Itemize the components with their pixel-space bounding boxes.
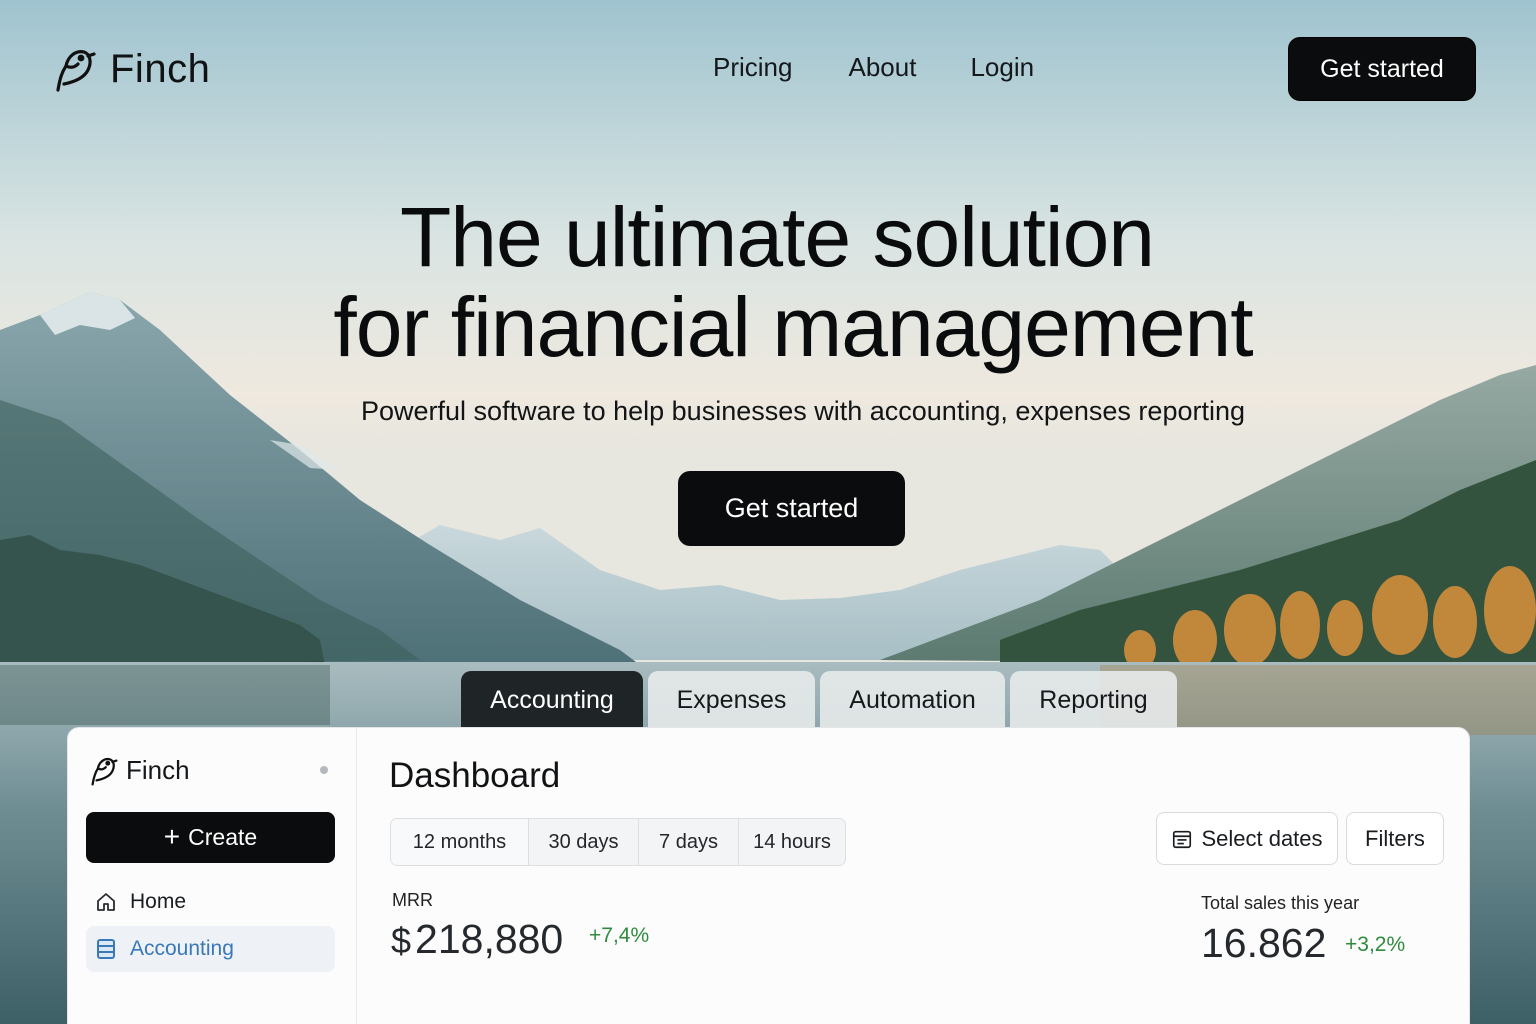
sidebar-status-dot[interactable] bbox=[320, 766, 328, 774]
mrr-currency: $ bbox=[391, 920, 412, 961]
nav-link-about[interactable]: About bbox=[848, 52, 916, 83]
top-nav: Finch Pricing About Login Get started bbox=[0, 0, 1536, 140]
tab-expenses[interactable]: Expenses bbox=[648, 671, 815, 729]
dashboard-main: Dashboard 12 months 30 days 7 days 14 ho… bbox=[357, 728, 1469, 1024]
brand-logo[interactable]: Finch bbox=[50, 44, 210, 94]
tab-automation[interactable]: Automation bbox=[820, 671, 1005, 729]
range-7-days[interactable]: 7 days bbox=[639, 819, 739, 865]
sidebar-brand[interactable]: Finch bbox=[87, 754, 190, 787]
hero-title-line-2: for financial management bbox=[333, 280, 1253, 374]
dashboard-sidebar: Finch + Create Home Accounting bbox=[68, 728, 357, 1024]
hero-title-line-1: The ultimate solution bbox=[399, 190, 1155, 284]
nav-links: Pricing About Login bbox=[713, 52, 1034, 83]
nav-link-pricing[interactable]: Pricing bbox=[713, 52, 792, 83]
total-sales-delta: +3,2% bbox=[1345, 933, 1406, 956]
mrr-amount: 218,880 bbox=[415, 916, 564, 962]
range-14-hours[interactable]: 14 hours bbox=[739, 819, 845, 865]
sidebar-item-home[interactable]: Home bbox=[86, 879, 335, 925]
filters-button[interactable]: Filters bbox=[1346, 812, 1444, 865]
tab-accounting[interactable]: Accounting bbox=[461, 671, 643, 729]
finch-bird-icon bbox=[56, 50, 96, 92]
sidebar-item-label: Home bbox=[130, 890, 187, 913]
select-dates-button[interactable]: Select dates bbox=[1156, 812, 1338, 865]
sidebar-brand-name: Finch bbox=[126, 755, 190, 785]
hero-title: The ultimate solution for financial mana… bbox=[0, 192, 1536, 372]
mrr-label: MRR bbox=[392, 890, 433, 910]
product-tabs: Accounting Expenses Automation Reporting bbox=[461, 671, 1177, 729]
hero-subtitle: Powerful software to help businesses wit… bbox=[361, 396, 1245, 426]
home-icon bbox=[97, 893, 115, 911]
tab-reporting[interactable]: Reporting bbox=[1010, 671, 1177, 729]
ledger-icon bbox=[97, 939, 115, 959]
brand-name: Finch bbox=[110, 46, 211, 91]
range-12-months[interactable]: 12 months bbox=[391, 819, 529, 865]
calendar-icon bbox=[1173, 830, 1192, 848]
nav-link-login[interactable]: Login bbox=[970, 52, 1034, 83]
nav-get-started-button[interactable]: Get started bbox=[1288, 37, 1476, 101]
create-button[interactable]: + Create bbox=[86, 812, 335, 863]
range-selector: 12 months 30 days 7 days 14 hours bbox=[390, 818, 846, 866]
sidebar-item-accounting[interactable]: Accounting bbox=[86, 926, 335, 972]
finch-bird-icon bbox=[91, 757, 118, 786]
mrr-delta: +7,4% bbox=[589, 924, 650, 947]
create-label: Create bbox=[188, 824, 258, 850]
mrr-value: $218,880 bbox=[391, 916, 563, 963]
select-dates-label: Select dates bbox=[1201, 825, 1323, 851]
dashboard-preview: Finch + Create Home Accounting Dashboard… bbox=[67, 727, 1470, 1024]
sidebar-item-label: Accounting bbox=[130, 937, 234, 960]
total-sales-value: 16.862 bbox=[1201, 920, 1327, 966]
total-sales-label: Total sales this year bbox=[1201, 893, 1360, 913]
hero-get-started-button[interactable]: Get started bbox=[678, 471, 905, 546]
plus-icon: + bbox=[163, 820, 181, 852]
dashboard-title: Dashboard bbox=[389, 756, 561, 795]
range-30-days[interactable]: 30 days bbox=[529, 819, 639, 865]
